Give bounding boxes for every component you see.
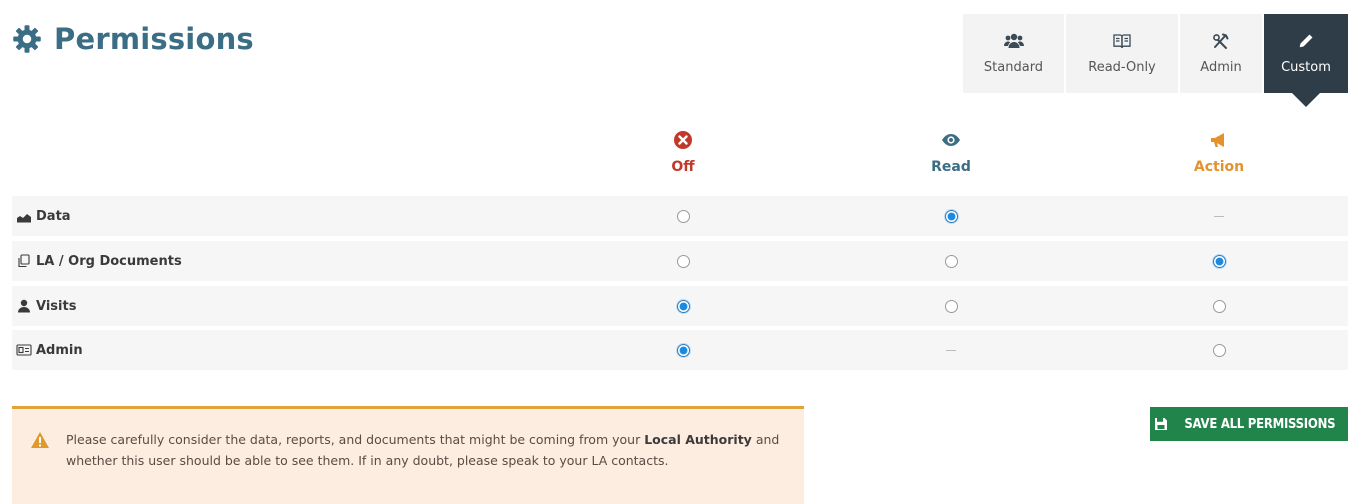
cell-off [663,241,703,281]
users-icon [1003,33,1024,48]
cell-read [931,286,971,326]
warning-bold-text: Local Authority [644,432,752,447]
eye-icon [942,134,960,146]
permission-row-visits: Visits [12,286,1348,326]
warning-text: Please carefully consider the data, repo… [66,432,780,468]
preset-custom[interactable]: Custom [1264,14,1348,107]
megaphone-icon [1211,133,1224,147]
preset-label: Standard [983,60,1044,75]
area-chart-icon [17,214,31,223]
book-icon [1113,34,1131,49]
radio-admin-action[interactable] [1212,343,1226,357]
warning-alert: Please carefully consider the data, repo… [12,406,804,504]
radio-visits-read[interactable] [944,299,958,313]
preset-label: Read-Only [1088,60,1156,75]
radio-visits-off[interactable] [676,299,690,313]
not-applicable-dash [946,349,956,351]
permission-row-data: Data [12,196,1348,236]
warning-triangle-icon [31,432,49,448]
cell-off [663,286,703,326]
radio-data-read[interactable] [944,209,958,223]
save-all-permissions-button[interactable]: SAVE ALL PERMISSIONS [1150,407,1348,441]
radio-documents-off[interactable] [676,254,690,268]
circle-x-icon [674,131,692,149]
column-header-read: Read [891,130,1011,176]
cell-off [663,196,703,236]
cell-read [931,196,971,236]
radio-admin-off[interactable] [676,343,690,357]
row-label: Admin [36,342,83,358]
permission-presets: Standard Read-Only Admin Custom [963,14,1348,107]
column-label: Action [1193,159,1245,175]
preset-label: Custom [1281,60,1331,75]
column-label: Off [671,159,695,175]
radio-documents-read[interactable] [944,254,958,268]
cell-off [663,330,703,370]
pencil-icon [1299,34,1313,48]
column-header-action: Action [1159,130,1279,176]
save-button-label: SAVE ALL PERMISSIONS [1184,416,1336,432]
column-header-off: Off [623,130,743,176]
not-applicable-dash [1214,215,1224,217]
cell-read [931,330,971,370]
page-title: Permissions [12,22,254,56]
row-label: Data [36,208,71,224]
preset-read-only[interactable]: Read-Only [1066,14,1178,93]
radio-visits-action[interactable] [1212,299,1226,313]
cell-action [1199,241,1239,281]
cell-action [1199,286,1239,326]
radio-data-off[interactable] [676,209,690,223]
id-card-icon [16,344,32,356]
column-label: Read [931,159,971,175]
gear-icon [13,25,41,53]
copy-icon [18,254,30,268]
cell-read [931,241,971,281]
floppy-disk-icon [1155,418,1168,430]
permission-row-admin: Admin [12,330,1348,370]
row-label: Visits [36,298,77,314]
preset-label: Admin [1200,60,1242,75]
cell-action [1199,196,1239,236]
permission-row-documents: LA / Org Documents [12,241,1348,281]
tools-icon [1213,33,1229,49]
user-icon [18,299,30,313]
preset-standard[interactable]: Standard [963,14,1064,93]
page-title-text: Permissions [54,22,254,56]
cell-action [1199,330,1239,370]
preset-admin[interactable]: Admin [1180,14,1262,93]
radio-documents-action[interactable] [1212,254,1226,268]
row-label: LA / Org Documents [36,253,182,269]
